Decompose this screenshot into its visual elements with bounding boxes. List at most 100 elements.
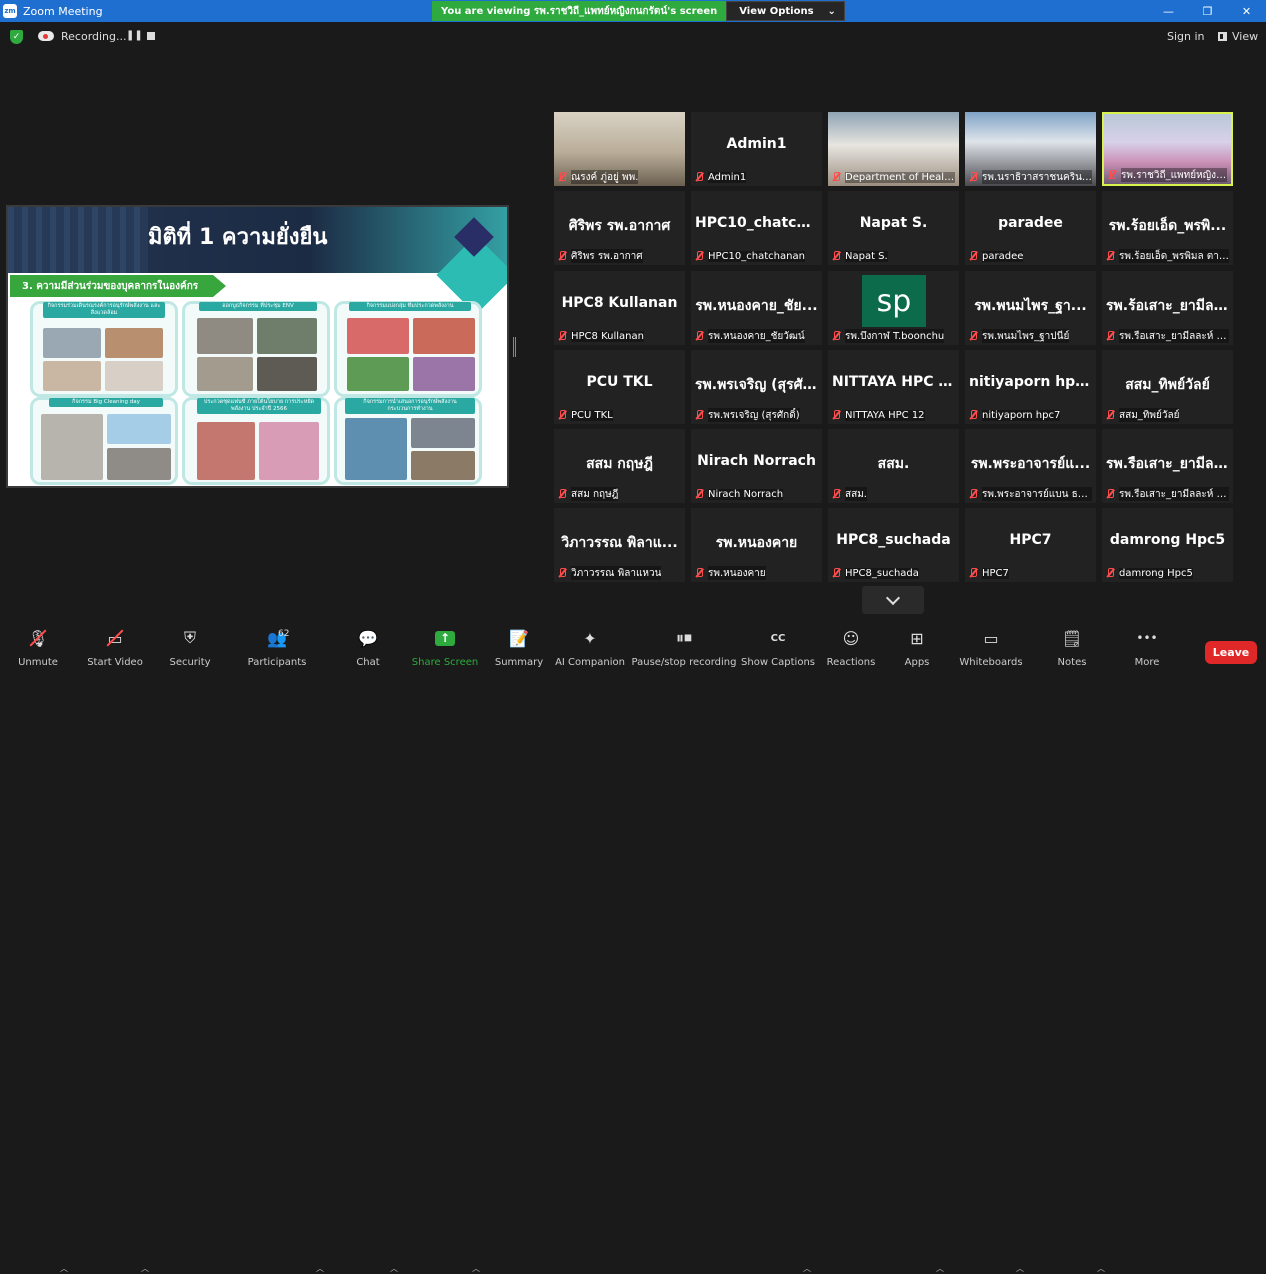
- minimize-button[interactable]: —: [1149, 0, 1188, 22]
- participant-name-tag: รพ.รือเสาะ_ยามีลละห์ เมาะมู...: [1106, 487, 1229, 501]
- participant-tile[interactable]: รพ.ร้อเสาะ_ยามีล... รพ.รือเสาะ_ยามีลละห์ …: [1102, 271, 1233, 345]
- participant-tile[interactable]: Department of Health (Th...: [828, 112, 959, 186]
- participant-tile[interactable]: รพ.พระอาจารย์แ... รพ.พระอาจารย์แบน ธนากโร: [965, 429, 1096, 503]
- summary-button[interactable]: 📝 Summary: [495, 625, 543, 669]
- meeting-toolbar: 🎙 Unmute ︿ ▭ Start Video ︿ ⛨ Security 👥6…: [0, 625, 1266, 1273]
- participant-tile[interactable]: nitiyaporn hpc7 nitiyaporn hpc7: [965, 350, 1096, 424]
- participant-display-name: ศิริพร รพ.อากาศ: [568, 218, 671, 234]
- participant-name-label: ศิริพร รพ.อากาศ: [571, 249, 643, 263]
- whiteboards-button[interactable]: ▭ Whiteboards: [958, 625, 1024, 669]
- stop-recording-icon[interactable]: [147, 32, 155, 40]
- participant-tile[interactable]: ศิริพร รพ.อากาศ ศิริพร รพ.อากาศ: [554, 191, 685, 265]
- ai-companion-button[interactable]: ✦ AI Companion: [555, 625, 625, 669]
- participant-tile[interactable]: paradee paradee: [965, 191, 1096, 265]
- slide-photo: [107, 414, 171, 444]
- participant-name-tag: สสม กฤษฎี: [558, 487, 681, 501]
- reactions-button[interactable]: ☺ Reactions: [826, 625, 876, 669]
- slide-photo: [347, 357, 409, 391]
- participant-tile[interactable]: damrong Hpc5 damrong Hpc5: [1102, 508, 1233, 582]
- apps-icon: ⊞: [910, 628, 924, 648]
- participant-display-name: HPC10_chatcha...: [695, 215, 822, 231]
- microphone-muted-icon: [969, 172, 977, 182]
- more-button[interactable]: ••• More: [1130, 625, 1164, 669]
- participant-tile[interactable]: สสม. สสม.: [828, 429, 959, 503]
- participant-tile[interactable]: สสม กฤษฎี สสม กฤษฎี: [554, 429, 685, 503]
- encryption-shield-icon[interactable]: ✓: [10, 30, 23, 44]
- participant-tile[interactable]: Napat S. Napat S.: [828, 191, 959, 265]
- participant-tile[interactable]: Admin1 Admin1: [691, 112, 822, 186]
- audio-options-caret[interactable]: ︿: [60, 1263, 68, 1274]
- view-options-button[interactable]: View Options ⌄: [726, 1, 845, 21]
- participant-name-tag: ณรงค์ ภู่อยู่ พพ.: [558, 170, 681, 184]
- video-options-caret[interactable]: ︿: [141, 1263, 149, 1274]
- participant-tile[interactable]: PCU TKL PCU TKL: [554, 350, 685, 424]
- view-resize-handle[interactable]: [513, 337, 516, 357]
- participant-display-name: สสม.: [877, 456, 910, 472]
- restore-button[interactable]: ❐: [1188, 0, 1227, 22]
- participant-name-tag: สสม_ทิพย์วัลย์: [1106, 408, 1229, 422]
- start-video-button[interactable]: ▭ Start Video: [86, 625, 144, 669]
- notes-options-caret[interactable]: ︿: [1097, 1263, 1105, 1274]
- participant-tile[interactable]: รพ.หนองคาย_ชัย... รพ.หนองคาย_ชัยวัฒน์: [691, 271, 822, 345]
- participants-button[interactable]: 👥 62 Participants: [246, 625, 308, 669]
- participant-tile[interactable]: HPC8_suchada HPC8_suchada: [828, 508, 959, 582]
- participant-tile[interactable]: รพ.หนองคาย รพ.หนองคาย: [691, 508, 822, 582]
- participant-tile[interactable]: HPC7 HPC7: [965, 508, 1096, 582]
- pause-recording-icon[interactable]: ❚❚: [126, 30, 143, 41]
- sign-in-button[interactable]: Sign in: [1167, 30, 1205, 43]
- participant-tile[interactable]: วิภาวรรณ พิลาแ... วิภาวรรณ พิลาแหวน: [554, 508, 685, 582]
- microphone-muted-icon: [832, 568, 840, 578]
- participant-tile[interactable]: รพ.ร้อยเอ็ด_พรพิ... รพ.ร้อยเอ็ด_พรพิมล ตา…: [1102, 191, 1233, 265]
- unmute-button[interactable]: 🎙 Unmute: [18, 625, 58, 669]
- captions-options-caret[interactable]: ︿: [803, 1263, 811, 1274]
- participant-name-label: Nirach Norrach: [708, 488, 784, 500]
- participant-name-tag: nitiyaporn hpc7: [969, 408, 1092, 422]
- participants-options-caret[interactable]: ︿: [316, 1263, 324, 1274]
- show-captions-button[interactable]: CC Show Captions: [741, 625, 815, 669]
- participant-display-name: รพ.หนองคาย_ชัย...: [695, 298, 818, 314]
- whiteboards-options-caret[interactable]: ︿: [1016, 1263, 1024, 1274]
- microphone-muted-icon: [969, 568, 977, 578]
- share-screen-button[interactable]: ↑ Share Screen: [412, 625, 478, 669]
- microphone-muted-icon: [969, 251, 977, 261]
- close-button[interactable]: ✕: [1227, 0, 1266, 22]
- ai-companion-label: AI Companion: [555, 657, 625, 668]
- slide-photo: [347, 318, 409, 354]
- participant-name-label: รพ.พนมไพร_ฐาปนีย์: [982, 329, 1070, 343]
- participant-tile[interactable]: รพ.พนมไพร_ฐา... รพ.พนมไพร_ฐาปนีย์: [965, 271, 1096, 345]
- pause-stop-recording-button[interactable]: ⏸⏹ Pause/stop recording: [632, 625, 737, 669]
- leave-button[interactable]: Leave: [1205, 641, 1257, 664]
- apps-button[interactable]: ⊞ Apps: [900, 625, 934, 669]
- participant-name-tag: HPC8 Kullanan: [558, 329, 681, 343]
- participant-tile-active-speaker[interactable]: รพ.ราชวิถี_แพทย์หญิงกนกรัตน์: [1102, 112, 1233, 186]
- participant-tile[interactable]: รพ.พรเจริญ (สุรศั... รพ.พรเจริญ (สุรศักดิ…: [691, 350, 822, 424]
- chat-button[interactable]: 💬 Chat: [352, 625, 384, 669]
- gallery-next-page-button[interactable]: [862, 586, 924, 614]
- participant-display-name: HPC8 Kullanan: [561, 295, 678, 311]
- participant-tile[interactable]: HPC8 Kullanan HPC8 Kullanan: [554, 271, 685, 345]
- microphone-muted-icon: [558, 251, 566, 261]
- microphone-muted-icon: [558, 568, 566, 578]
- pause-stop-icon: ⏸⏹: [675, 628, 692, 647]
- participant-tile[interactable]: Nirach Norrach Nirach Norrach: [691, 429, 822, 503]
- whiteboards-label: Whiteboards: [959, 657, 1023, 668]
- participant-tile[interactable]: NITTAYA HPC 12 NITTAYA HPC 12: [828, 350, 959, 424]
- participant-tile[interactable]: sp รพ.บึงกาฬ T.boonchu: [828, 271, 959, 345]
- view-button[interactable]: View: [1218, 30, 1258, 43]
- apps-options-caret[interactable]: ︿: [936, 1263, 944, 1274]
- shield-icon: ⛨: [183, 628, 196, 647]
- security-button[interactable]: ⛨ Security: [169, 625, 210, 669]
- participant-tile[interactable]: สสม_ทิพย์วัลย์ สสม_ทิพย์วัลย์: [1102, 350, 1233, 424]
- recording-label: Recording...: [61, 30, 127, 43]
- participant-tile[interactable]: รพ.รือเสาะ_ยามีล... รพ.รือเสาะ_ยามีลละห์ …: [1102, 429, 1233, 503]
- notes-button[interactable]: 🗒 Notes: [1054, 625, 1090, 669]
- participant-name-tag: HPC7: [969, 566, 1092, 580]
- participant-tile[interactable]: HPC10_chatcha... HPC10_chatchanan: [691, 191, 822, 265]
- slide-photo: [41, 414, 103, 480]
- participant-tile[interactable]: ณรงค์ ภู่อยู่ พพ.: [554, 112, 685, 186]
- chat-options-caret[interactable]: ︿: [390, 1263, 398, 1274]
- share-options-caret[interactable]: ︿: [472, 1263, 480, 1274]
- participant-tile[interactable]: รพ.นราธิวาสราชนครินทร์_...: [965, 112, 1096, 186]
- microphone-muted-icon: [1108, 170, 1116, 180]
- slide-panel-label: ประกวดชุดแฟนซี ภายใต้นโยบาย การประหยัดพล…: [197, 398, 321, 414]
